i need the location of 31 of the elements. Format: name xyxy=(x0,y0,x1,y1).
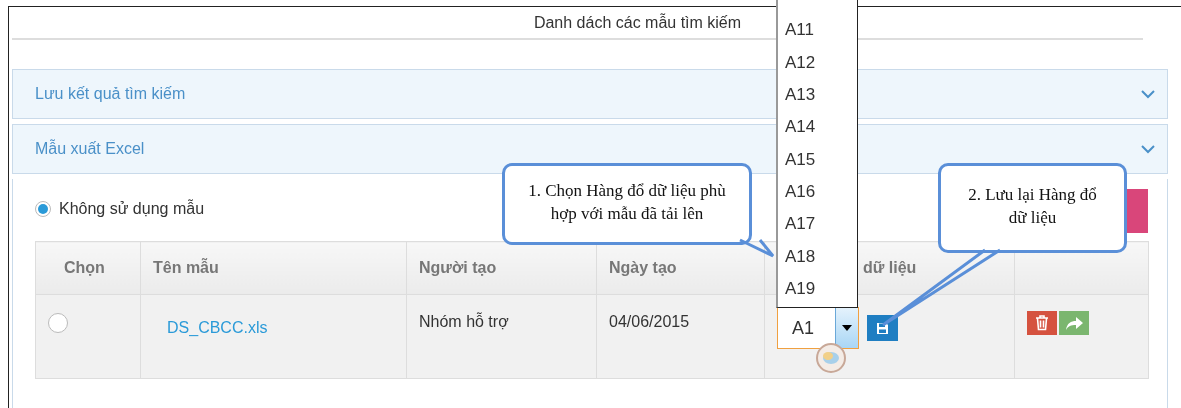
panel-title: Mẫu xuất Excel xyxy=(35,140,145,158)
delete-button[interactable] xyxy=(1027,311,1057,335)
caret-icon xyxy=(842,325,852,331)
row-select[interactable]: A1 xyxy=(777,307,859,349)
share-button[interactable] xyxy=(1059,311,1089,335)
dropdown-option[interactable]: A13 xyxy=(785,78,857,112)
dropdown-option[interactable]: A18 xyxy=(785,240,857,273)
save-button[interactable] xyxy=(867,315,898,341)
chevron-down-icon[interactable] xyxy=(1141,144,1155,154)
column-header: Chọn xyxy=(35,241,141,295)
column-header: Ngày tạo xyxy=(596,241,765,295)
table-cell: 04/06/2015 xyxy=(596,294,765,379)
panel-title: Lưu kết quả tìm kiếm xyxy=(35,85,186,103)
chevron-down-icon[interactable] xyxy=(1141,89,1155,99)
table-cell: Nhóm hỗ trợ xyxy=(406,294,597,379)
leader-line xyxy=(739,238,775,258)
column-header: Người tạo xyxy=(406,241,597,295)
curved-arrow-icon xyxy=(1064,315,1084,331)
callout: 2. Lưu lại Hàng đổ dữ liệu xyxy=(938,163,1127,253)
dropdown-option[interactable]: A16 xyxy=(785,175,857,209)
radio-button[interactable] xyxy=(48,313,68,333)
dropdown-option[interactable]: A17 xyxy=(785,208,857,241)
cursor-icon xyxy=(815,342,847,374)
list-title: Danh dách các mẫu tìm kiếm xyxy=(533,13,742,32)
radio-label: Không sử dụng mẫu xyxy=(59,200,205,218)
column-header: Tên mẫu xyxy=(140,241,407,295)
trash-icon xyxy=(1035,315,1049,331)
callout: 1. Chọn Hàng đổ dữ liệu phù hợp với mẫu đã tải lên xyxy=(502,163,752,245)
dropdown-option[interactable]: A11 xyxy=(785,14,857,47)
dropdown-option[interactable]: A15 xyxy=(785,143,857,176)
radio-button[interactable] xyxy=(35,201,51,217)
